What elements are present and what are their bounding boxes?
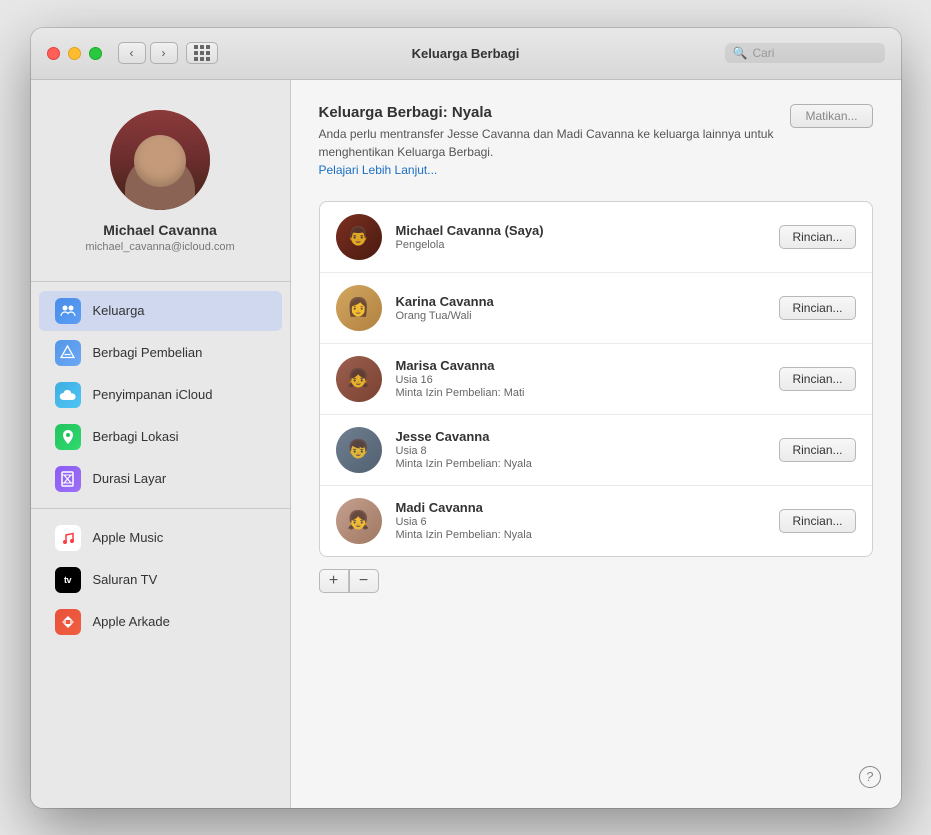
sidebar-item-berbagi-lokasi[interactable]: Berbagi Lokasi <box>39 417 282 457</box>
member-row: 👧 Madi Cavanna Usia 6 Minta Izin Pembeli… <box>320 486 872 556</box>
sidebar-label-saluran-tv: Saluran TV <box>93 572 158 587</box>
sidebar-divider-2 <box>31 508 290 509</box>
avatar-marisa: 👧 <box>336 356 382 402</box>
add-member-button[interactable]: + <box>319 569 349 593</box>
nav-buttons: ‹ › <box>118 42 218 64</box>
member-name: Marisa Cavanna <box>396 358 766 373</box>
search-box[interactable]: 🔍 Cari <box>725 43 885 63</box>
avatar-madi: 👧 <box>336 498 382 544</box>
member-info-karina: Karina Cavanna Orang Tua/Wali <box>396 294 766 322</box>
sidebar-item-apple-music[interactable]: Apple Music <box>39 518 282 558</box>
user-profile: Michael Cavanna michael_cavanna@icloud.c… <box>31 80 290 273</box>
rincian-button-madi[interactable]: Rincian... <box>779 509 855 533</box>
sidebar-item-saluran-tv[interactable]: tv Saluran TV <box>39 560 282 600</box>
main-window: ‹ › Keluarga Berbagi 🔍 Cari Mic <box>31 28 901 808</box>
member-row: 👨 Michael Cavanna (Saya) Pengelola Rinci… <box>320 202 872 273</box>
member-role: Usia 16 <box>396 374 766 386</box>
icloud-icon <box>55 382 81 408</box>
member-name: Madi Cavanna <box>396 500 766 515</box>
member-row: 👦 Jesse Cavanna Usia 8 Minta Izin Pembel… <box>320 415 872 486</box>
rincian-button-michael[interactable]: Rincian... <box>779 225 855 249</box>
member-role: Orang Tua/Wali <box>396 310 766 322</box>
music-icon <box>55 525 81 551</box>
main-content: Michael Cavanna michael_cavanna@icloud.c… <box>31 80 901 808</box>
minimize-button[interactable] <box>68 47 81 60</box>
member-role2: Minta Izin Pembelian: Nyala <box>396 529 766 541</box>
arcade-icon <box>55 609 81 635</box>
avatar-karina: 👩 <box>336 285 382 331</box>
member-info-marisa: Marisa Cavanna Usia 16 Minta Izin Pembel… <box>396 358 766 399</box>
panel-header: Keluarga Berbagi: Nyala Anda perlu mentr… <box>319 104 873 179</box>
member-role2: Minta Izin Pembelian: Nyala <box>396 458 766 470</box>
sidebar-label-apple-music: Apple Music <box>93 530 164 545</box>
family-icon <box>55 298 81 324</box>
learn-more-link[interactable]: Pelajari Lebih Lanjut... <box>319 163 438 177</box>
back-button[interactable]: ‹ <box>118 42 146 64</box>
titlebar: ‹ › Keluarga Berbagi 🔍 Cari <box>31 28 901 80</box>
member-role: Pengelola <box>396 239 766 251</box>
sidebar-divider <box>31 281 290 282</box>
hourglass-icon <box>55 466 81 492</box>
sidebar-label-penyimpanan-icloud: Penyimpanan iCloud <box>93 387 213 402</box>
sidebar-label-berbagi-lokasi: Berbagi Lokasi <box>93 429 179 444</box>
close-button[interactable] <box>47 47 60 60</box>
sidebar-item-durasi-layar[interactable]: Durasi Layar <box>39 459 282 499</box>
user-email: michael_cavanna@icloud.com <box>85 241 234 253</box>
sidebar-label-apple-arkade: Apple Arkade <box>93 614 170 629</box>
member-role2: Minta Izin Pembelian: Mati <box>396 387 766 399</box>
rincian-button-jesse[interactable]: Rincian... <box>779 438 855 462</box>
remove-member-button[interactable]: − <box>349 569 379 593</box>
grid-icon <box>194 45 210 61</box>
search-icon: 🔍 <box>733 46 748 60</box>
member-name: Jesse Cavanna <box>396 429 766 444</box>
member-role: Usia 8 <box>396 445 766 457</box>
sidebar-item-keluarga[interactable]: Keluarga <box>39 291 282 331</box>
member-info-madi: Madi Cavanna Usia 6 Minta Izin Pembelian… <box>396 500 766 541</box>
member-role: Usia 6 <box>396 516 766 528</box>
members-list: 👨 Michael Cavanna (Saya) Pengelola Rinci… <box>319 201 873 557</box>
sidebar-label-durasi-layar: Durasi Layar <box>93 471 167 486</box>
member-row: 👩 Karina Cavanna Orang Tua/Wali Rincian.… <box>320 273 872 344</box>
search-placeholder: Cari <box>752 46 774 60</box>
right-panel: Keluarga Berbagi: Nyala Anda perlu mentr… <box>291 80 901 808</box>
sidebar-label-berbagi-pembelian: Berbagi Pembelian <box>93 345 203 360</box>
rincian-button-karina[interactable]: Rincian... <box>779 296 855 320</box>
sidebar: Michael Cavanna michael_cavanna@icloud.c… <box>31 80 291 808</box>
help-button[interactable]: ? <box>859 766 881 788</box>
panel-title: Keluarga Berbagi: Nyala <box>319 104 775 121</box>
appletv-icon: tv <box>55 567 81 593</box>
panel-header-left: Keluarga Berbagi: Nyala Anda perlu mentr… <box>319 104 775 179</box>
member-info-michael: Michael Cavanna (Saya) Pengelola <box>396 223 766 251</box>
sidebar-item-penyimpanan-icloud[interactable]: Penyimpanan iCloud <box>39 375 282 415</box>
bottom-controls: + − <box>319 569 873 593</box>
traffic-lights <box>47 47 102 60</box>
rincian-button-marisa[interactable]: Rincian... <box>779 367 855 391</box>
disable-button[interactable]: Matikan... <box>790 104 872 128</box>
avatar-jesse: 👦 <box>336 427 382 473</box>
member-name: Karina Cavanna <box>396 294 766 309</box>
sidebar-item-berbagi-pembelian[interactable]: Berbagi Pembelian <box>39 333 282 373</box>
user-name: Michael Cavanna <box>103 222 217 238</box>
avatar <box>110 110 210 210</box>
member-name: Michael Cavanna (Saya) <box>396 223 766 238</box>
app-store-icon <box>55 340 81 366</box>
forward-button[interactable]: › <box>150 42 178 64</box>
avatar-michael: 👨 <box>336 214 382 260</box>
sidebar-item-apple-arkade[interactable]: Apple Arkade <box>39 602 282 642</box>
member-row: 👧 Marisa Cavanna Usia 16 Minta Izin Pemb… <box>320 344 872 415</box>
avatar-face <box>110 110 210 210</box>
grid-view-button[interactable] <box>186 42 218 64</box>
sidebar-label-keluarga: Keluarga <box>93 303 145 318</box>
location-icon <box>55 424 81 450</box>
member-info-jesse: Jesse Cavanna Usia 8 Minta Izin Pembelia… <box>396 429 766 470</box>
window-title: Keluarga Berbagi <box>412 46 520 61</box>
maximize-button[interactable] <box>89 47 102 60</box>
panel-description: Anda perlu mentransfer Jesse Cavanna dan… <box>319 125 775 179</box>
